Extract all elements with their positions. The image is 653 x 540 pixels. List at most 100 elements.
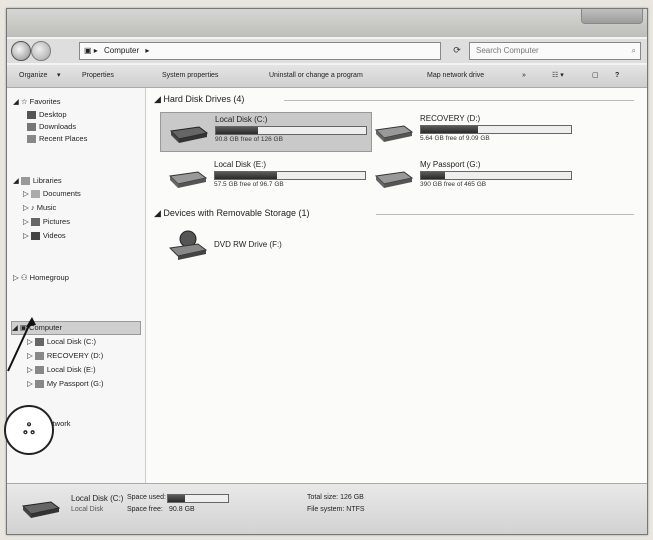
expand-icon: ◢ — [154, 208, 164, 218]
desktop-icon — [27, 111, 36, 120]
more-icon[interactable]: » — [522, 65, 526, 87]
drive-icon — [34, 338, 44, 347]
drive-tile[interactable]: Local Disk (C:) 90.8 GB free of 126 GB — [160, 112, 372, 152]
videos-icon — [30, 232, 40, 241]
nav-local-e-label: Local Disk (E:) — [46, 365, 96, 374]
forward-button[interactable] — [31, 41, 51, 61]
preview-pane-icon[interactable]: ▢ — [592, 65, 599, 87]
nav-documents[interactable]: ▷ Documents — [23, 188, 81, 200]
nav-downloads-label: Downloads — [39, 122, 77, 131]
space-free-value: 90.8 GB — [169, 506, 195, 513]
nav-recent-label: Recent Places — [39, 134, 88, 143]
drive-icon — [34, 366, 44, 375]
address-path[interactable]: Computer — [104, 46, 139, 55]
total-size: Total size: 126 GB — [307, 494, 364, 501]
file-system: File system: NTFS — [307, 506, 365, 513]
nav-passport[interactable]: ▷ My Passport (G:) — [27, 378, 104, 390]
capacity-bar — [215, 126, 367, 135]
collapse-icon: ▷ — [23, 217, 31, 226]
capacity-fill — [421, 172, 445, 179]
removable-group-header[interactable]: ◢ Devices with Removable Storage (1) — [154, 208, 634, 219]
drive-free-space: 390 GB free of 465 GB — [420, 181, 487, 188]
space-used-bar — [167, 494, 229, 503]
computer-icon: ▣ ▸ — [84, 46, 98, 55]
divider — [284, 100, 634, 101]
refresh-icon[interactable]: ⟳ — [447, 42, 467, 58]
expand-icon: ◢ — [13, 97, 21, 106]
callout-badge: ஃ — [4, 405, 54, 455]
drive-free-space: 90.8 GB free of 126 GB — [215, 136, 283, 143]
nav-local-c-label: Local Disk (C:) — [46, 337, 97, 346]
nav-pictures[interactable]: ▷ Pictures — [23, 216, 70, 228]
system-properties-button[interactable]: System properties — [162, 65, 218, 87]
nav-favorites-label: Favorites — [29, 97, 61, 106]
nav-downloads[interactable]: Downloads — [27, 121, 76, 133]
command-toolbar: Organize ▾ Properties System properties … — [7, 65, 647, 88]
drive-free-space: 5.64 GB free of 9.09 GB — [420, 135, 490, 142]
address-bar-row: ▣ ▸ Computer ▸ ⟳ Search Computer ⌕ — [7, 39, 647, 63]
removable-group-label: Devices with Removable Storage (1) — [163, 208, 310, 218]
capacity-fill — [216, 127, 258, 134]
hard-drive-icon — [169, 126, 209, 143]
map-network-drive-button[interactable]: Map network drive — [427, 65, 484, 87]
nav-recent[interactable]: Recent Places — [27, 133, 87, 145]
drive-icon — [34, 352, 44, 361]
downloads-icon — [27, 123, 36, 132]
details-pane: Local Disk (C:) Local Disk Space used: S… — [7, 483, 647, 534]
nav-favorites[interactable]: ◢ ☆ Favorites — [13, 96, 61, 108]
nav-passport-label: My Passport (G:) — [46, 379, 104, 388]
uninstall-button[interactable]: Uninstall or change a program — [269, 65, 363, 87]
details-subtitle: Local Disk — [71, 506, 104, 513]
capacity-bar — [420, 125, 572, 134]
nav-homegroup-label: Homegroup — [29, 273, 69, 282]
hard-drive-icon — [21, 501, 61, 518]
space-used-label: Space used: — [127, 494, 166, 501]
nav-recovery[interactable]: ▷ RECOVERY (D:) — [27, 350, 103, 362]
capacity-bar — [420, 171, 572, 180]
drive-tile[interactable]: Local Disk (E:) 57.5 GB free of 96.7 GB — [160, 158, 370, 196]
nav-desktop[interactable]: Desktop — [27, 109, 67, 121]
nav-local-e[interactable]: ▷ Local Disk (E:) — [27, 364, 96, 376]
nav-libraries-label: Libraries — [32, 176, 62, 185]
pointer-arrow — [7, 317, 36, 372]
details-title: Local Disk (C:) — [71, 494, 124, 503]
pictures-icon — [30, 218, 40, 227]
nav-libraries[interactable]: ◢ Libraries — [13, 175, 62, 187]
nav-pictures-label: Pictures — [42, 217, 70, 226]
nav-videos[interactable]: ▷ Videos — [23, 230, 66, 242]
search-placeholder: Search Computer — [476, 46, 539, 55]
capacity-bar — [214, 171, 366, 180]
window-controls[interactable] — [581, 9, 643, 24]
capacity-fill — [215, 172, 277, 179]
dvd-drive-tile[interactable]: DVD RW Drive (F:) — [160, 226, 310, 264]
drive-name: DVD RW Drive (F:) — [214, 240, 282, 249]
organize-button[interactable]: Organize — [19, 65, 47, 87]
view-options-icon[interactable]: ☷ ▾ — [552, 65, 564, 87]
dropdown-icon: ▾ — [57, 72, 61, 79]
libraries-icon — [20, 177, 30, 186]
nav-videos-label: Videos — [42, 231, 66, 240]
drive-name: Local Disk (C:) — [215, 115, 268, 124]
nav-music-label: Music — [36, 203, 57, 212]
search-input[interactable]: Search Computer ⌕ — [469, 42, 641, 60]
collapse-icon: ▷ — [23, 203, 31, 212]
collapse-icon: ▷ — [27, 379, 35, 388]
drive-tile[interactable]: My Passport (G:) 390 GB free of 465 GB — [366, 158, 576, 196]
hdd-group-header[interactable]: ◢ Hard Disk Drives (4) — [154, 94, 634, 105]
nav-documents-label: Documents — [42, 189, 81, 198]
address-box[interactable]: ▣ ▸ Computer ▸ — [79, 42, 441, 60]
properties-button[interactable]: Properties — [82, 65, 114, 87]
hard-drive-icon — [374, 171, 414, 188]
documents-icon — [30, 190, 40, 199]
search-icon: ⌕ — [631, 46, 636, 55]
help-icon[interactable]: ? — [615, 65, 619, 87]
expand-icon: ◢ — [154, 94, 164, 104]
dvd-drive-icon — [168, 230, 208, 260]
nav-music[interactable]: ▷ ♪ Music — [23, 202, 56, 214]
drive-tile[interactable]: RECOVERY (D:) 5.64 GB free of 9.09 GB — [366, 112, 576, 150]
space-free-label: Space free: — [127, 506, 163, 513]
nav-homegroup[interactable]: ▷ ⚇ Homegroup — [13, 272, 69, 284]
capacity-fill — [421, 126, 478, 133]
back-button[interactable] — [11, 41, 31, 61]
nav-local-c[interactable]: ▷ Local Disk (C:) — [27, 336, 96, 348]
